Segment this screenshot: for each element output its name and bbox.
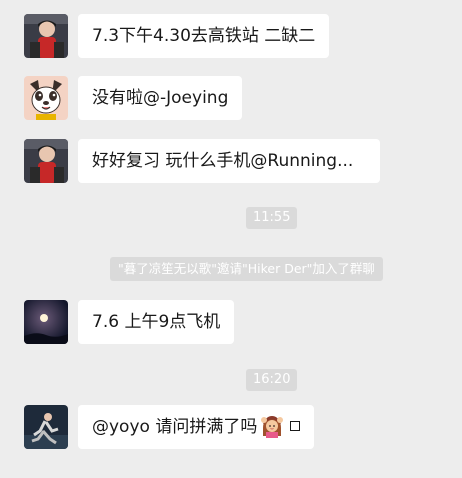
system-notice: "暮了凉笙无以歌"邀请"Hiker Der"加入了群聊: [110, 257, 383, 281]
timestamp-label: 11:55: [246, 207, 298, 229]
message-bubble[interactable]: 好好复习 玩什么手机@Running...: [78, 139, 380, 183]
avatar[interactable]: [24, 76, 68, 120]
message-bubble[interactable]: 7.6 上午9点飞机: [78, 300, 235, 344]
chat-message: 7.6 上午9点飞机: [24, 300, 462, 344]
cartoon-dog-icon: [24, 76, 68, 120]
chat-message: 没有啦@-Joeying: [24, 76, 462, 120]
chat-message: @yoyo 请问拼满了吗: [24, 405, 462, 449]
avatar[interactable]: [24, 300, 68, 344]
avatar[interactable]: [24, 405, 68, 449]
avatar[interactable]: [24, 14, 68, 58]
chat-message: 7.3下午4.30去高铁站 二缺二: [24, 14, 462, 58]
message-bubble[interactable]: @yoyo 请问拼满了吗: [78, 405, 315, 449]
girl-running-icon: [24, 405, 68, 449]
message-bubble[interactable]: 没有啦@-Joeying: [78, 76, 243, 120]
avatar[interactable]: [24, 139, 68, 183]
boy-avatar-icon: [24, 139, 68, 183]
moon-night-icon: [24, 300, 68, 344]
missing-glyph-icon: [290, 421, 301, 431]
message-bubble[interactable]: 7.3下午4.30去高铁站 二缺二: [78, 14, 330, 58]
woman-gesturing-ok-icon: [260, 414, 284, 438]
timestamp-label: 16:20: [246, 369, 298, 391]
chat-message: 好好复习 玩什么手机@Running...: [24, 139, 462, 183]
message-text: @yoyo 请问拼满了吗: [92, 417, 258, 437]
boy-avatar-icon: [24, 14, 68, 58]
